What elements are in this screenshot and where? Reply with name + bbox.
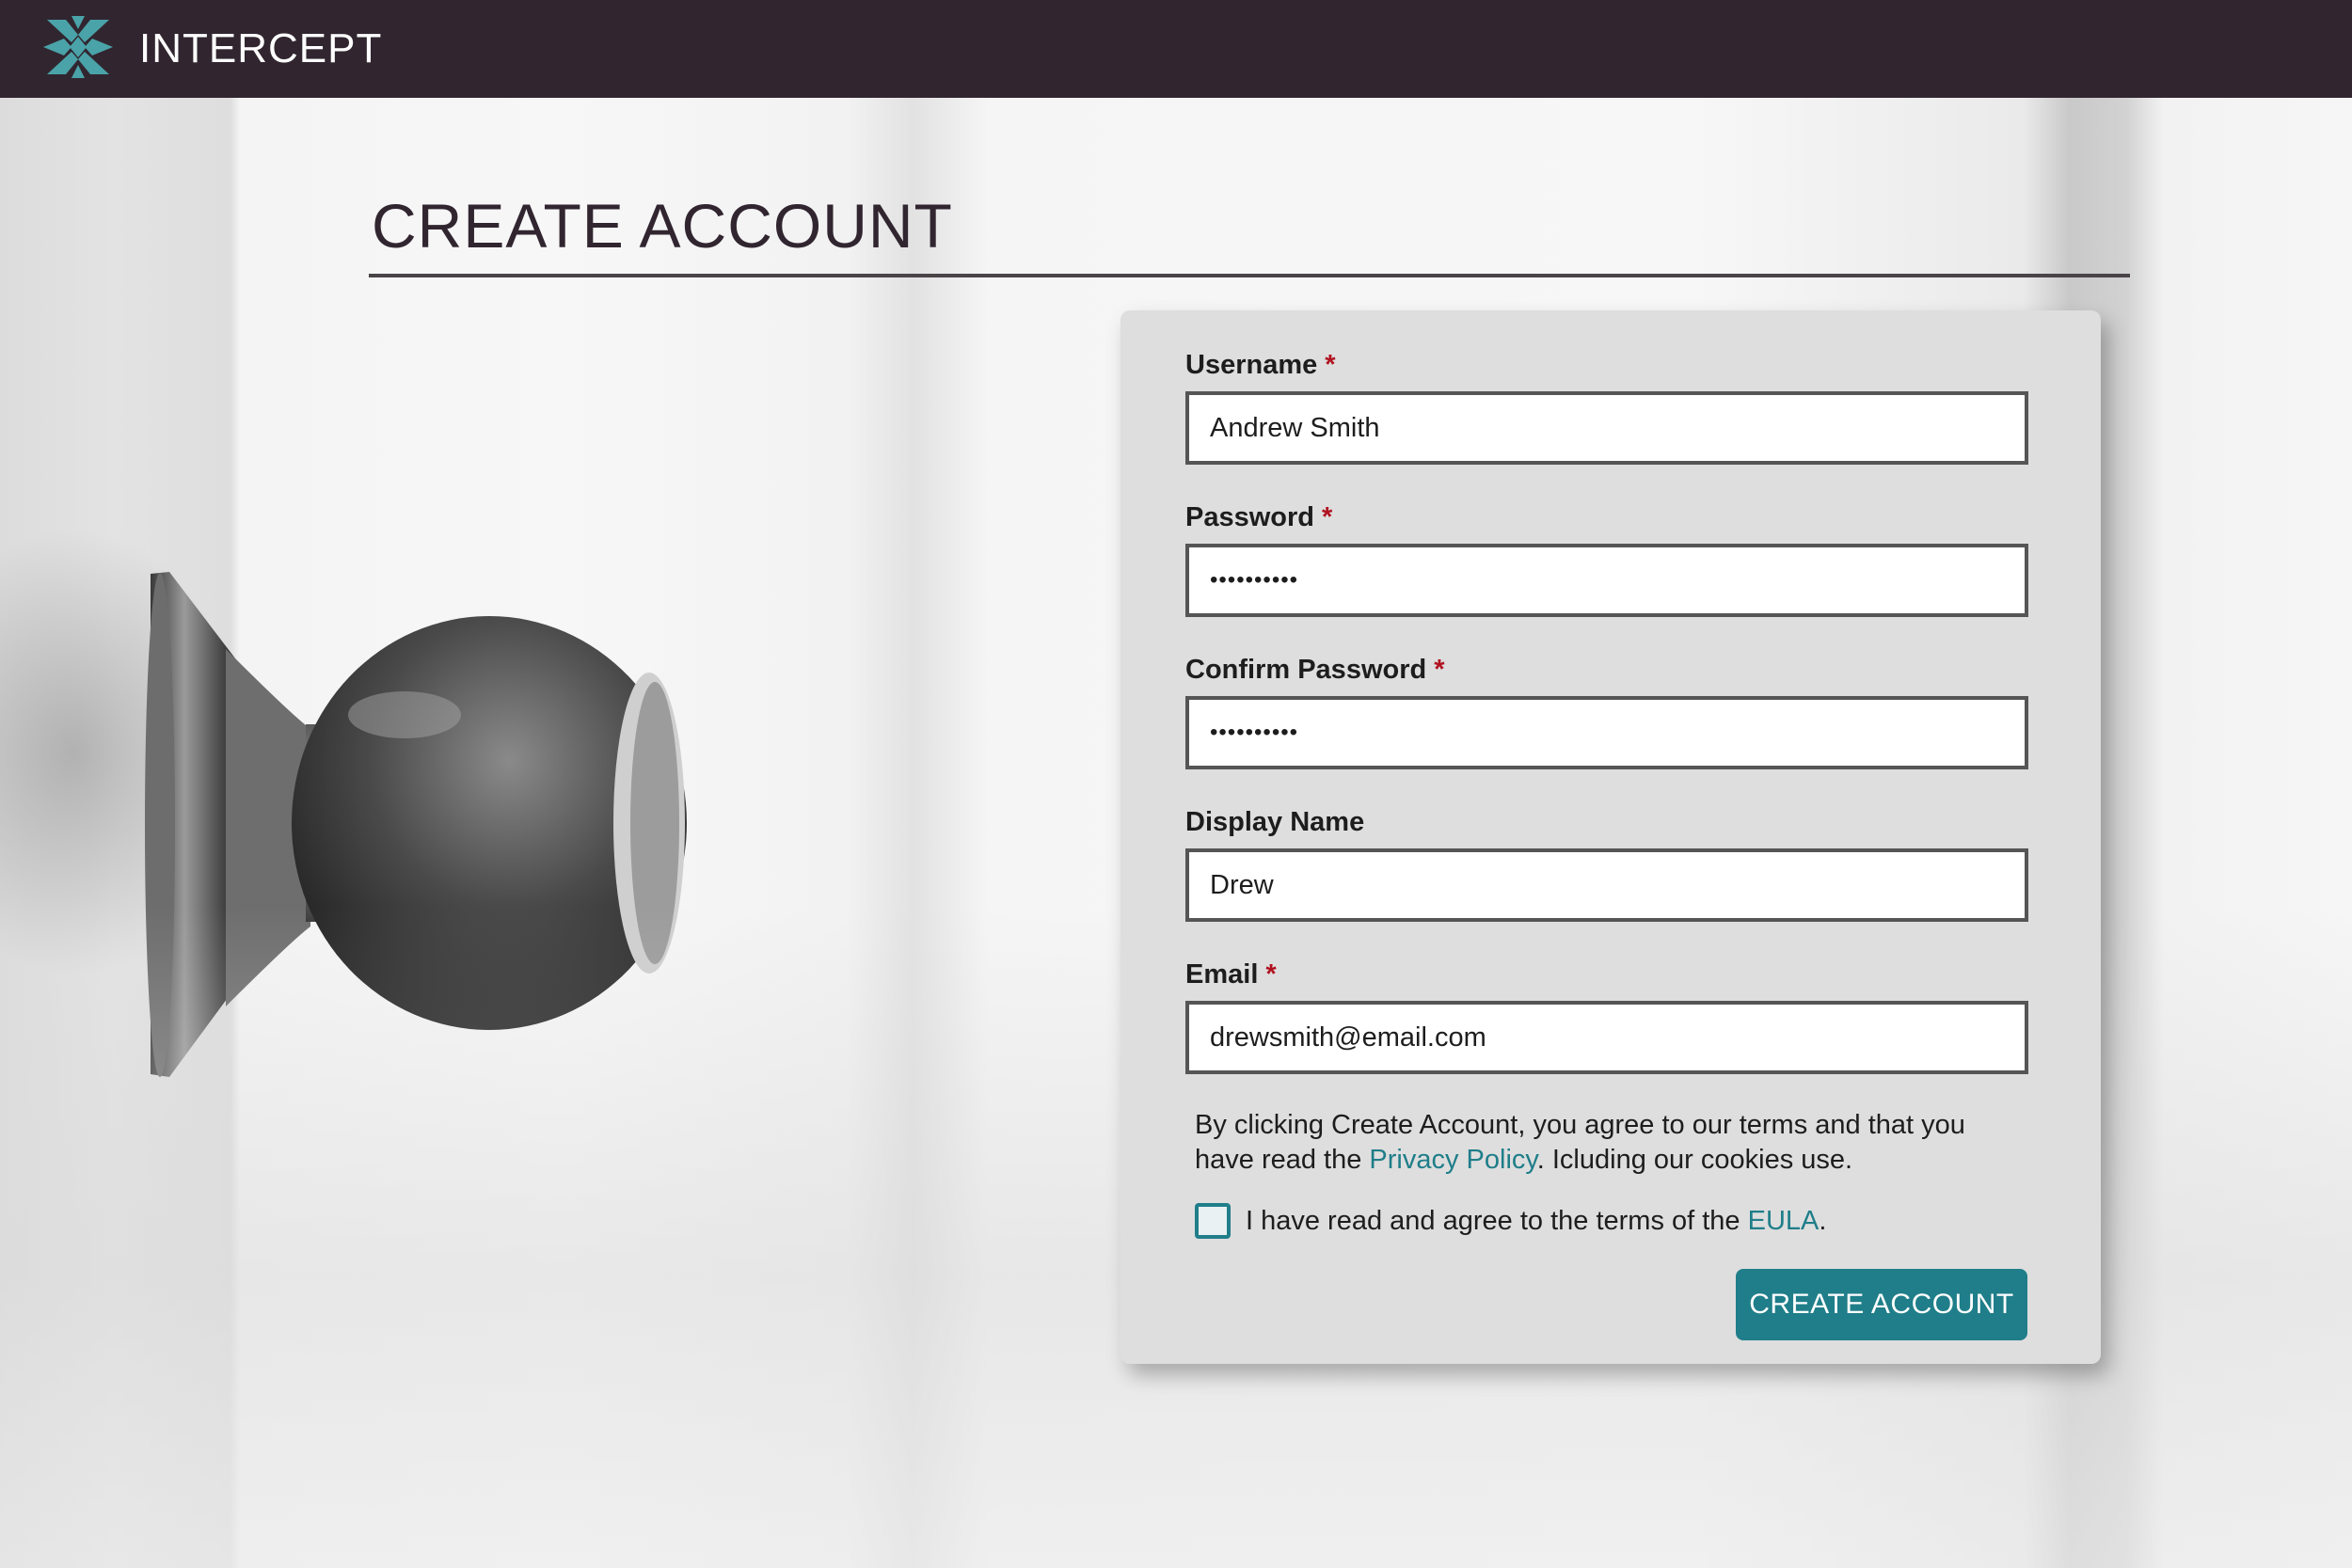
create-account-page: INTERCEPT CREATE ACCOUNT Username* Passw…: [0, 0, 2352, 1568]
required-marker: *: [1265, 959, 1277, 990]
brand-name[interactable]: INTERCEPT: [139, 24, 382, 73]
email-field[interactable]: [1185, 1001, 2028, 1074]
required-marker: *: [1322, 502, 1333, 532]
privacy-policy-link[interactable]: Privacy Policy: [1369, 1145, 1536, 1175]
title-divider: [369, 274, 2130, 277]
email-label: Email *: [1185, 959, 1277, 990]
username-field[interactable]: [1185, 391, 2028, 465]
eula-agreement: I have read and agree to the terms of th…: [1195, 1200, 1826, 1242]
password-label: Password *: [1185, 502, 1333, 532]
display-name-field[interactable]: [1185, 848, 2028, 922]
create-account-button[interactable]: CREATE ACCOUNT: [1736, 1269, 2027, 1340]
confirm-password-label: Confirm Password *: [1185, 655, 1445, 685]
eula-checkbox[interactable]: [1195, 1203, 1231, 1239]
required-marker: *: [1434, 655, 1445, 685]
confirm-password-field[interactable]: [1185, 696, 2028, 769]
top-nav-bar: INTERCEPT: [0, 0, 2352, 98]
required-marker: *: [1325, 350, 1336, 380]
terms-notice: By clicking Create Account, you agree to…: [1195, 1108, 2004, 1178]
display-name-label: Display Name: [1185, 807, 1365, 837]
create-account-form: Username* Password* Confirm Password* Di…: [1120, 310, 2101, 1364]
username-label: Username *: [1185, 350, 1336, 380]
page-title: CREATE ACCOUNT: [372, 191, 953, 261]
eula-label: I have read and agree to the terms of th…: [1246, 1206, 1827, 1236]
terms-text-suffix: . Icluding our cookies use.: [1536, 1145, 1853, 1175]
eula-link[interactable]: EULA: [1748, 1206, 1820, 1236]
password-field[interactable]: [1185, 544, 2028, 617]
snowflake-x-logo-icon[interactable]: [43, 16, 113, 78]
